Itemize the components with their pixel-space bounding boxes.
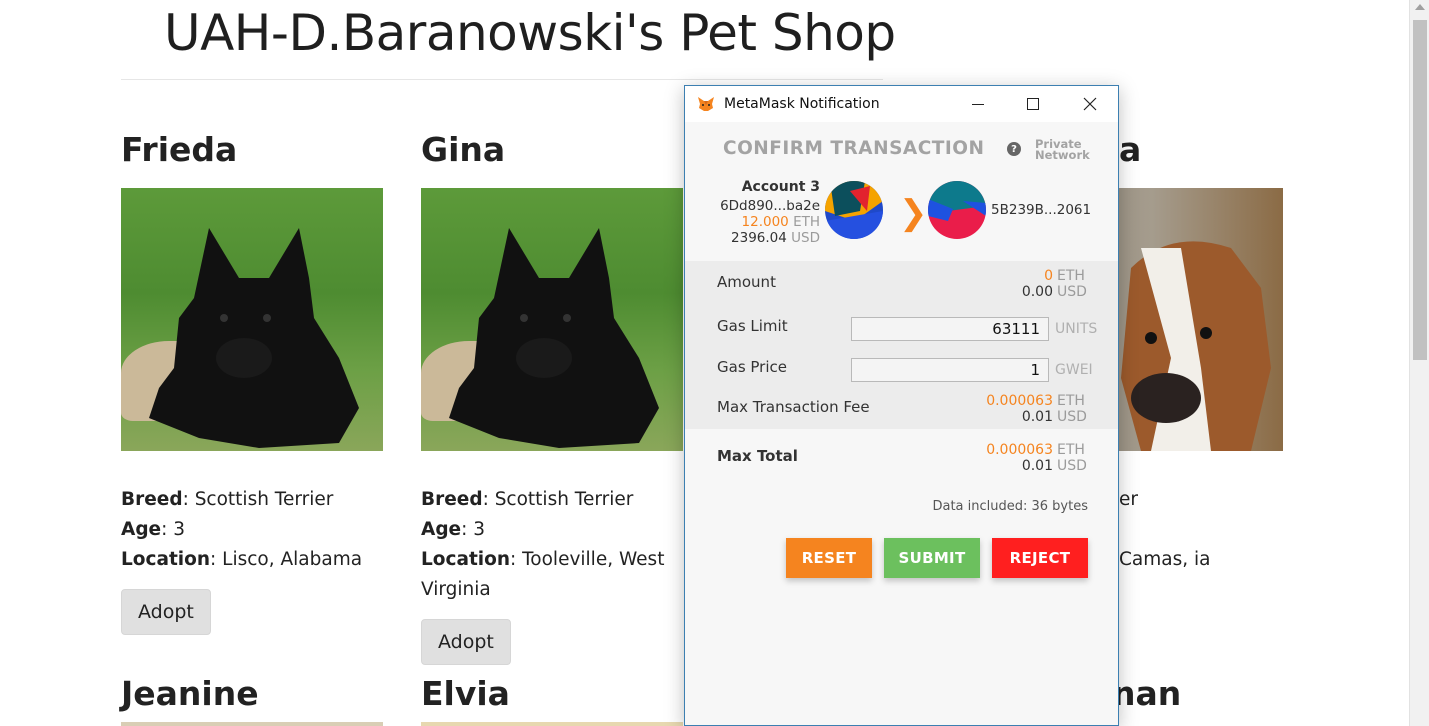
pet-age: 3 (173, 519, 186, 540)
window-titlebar[interactable]: MetaMask Notification (685, 86, 1118, 122)
from-identicon (825, 181, 883, 239)
gas-price-unit: GWEI (1055, 362, 1093, 378)
adopt-button[interactable]: Adopt (121, 589, 211, 635)
adopt-button[interactable]: Adopt (421, 619, 511, 665)
accounts-section: Account 3 6Dd890...ba2e 12.000 ETH 2396.… (685, 166, 1118, 261)
help-icon[interactable]: ? (1007, 142, 1021, 156)
usd-unit: USD (1057, 409, 1087, 425)
minimize-icon (972, 103, 984, 105)
pet-name: Gina (421, 130, 506, 169)
metamask-fox-icon (698, 97, 714, 111)
close-icon (1083, 97, 1097, 111)
eth-unit: ETH (1057, 268, 1085, 284)
pet-name-elvia: Elvia (421, 674, 510, 713)
minimize-button[interactable] (955, 86, 1001, 122)
pet-info: Breed: Scottish Terrier Age: 3 Location:… (421, 489, 665, 600)
pet-card-gina: Gina Breed: Scottish Terrier Age: 3 Loca… (421, 130, 683, 665)
to-address: 5B239B...2061 (991, 202, 1092, 218)
network-label: Private Network (1035, 138, 1090, 162)
max-fee-value: 0.000063 ETH 0.01 USD (986, 393, 1087, 425)
reject-button[interactable]: REJECT (992, 538, 1088, 578)
usd-unit: USD (791, 230, 820, 246)
to-identicon (928, 181, 986, 239)
max-fee-label: Max Transaction Fee (717, 398, 870, 416)
chevron-right-icon: ❯ (899, 193, 928, 233)
from-balance-eth: 12.000 ETH (742, 214, 820, 230)
pet-breed: Scottish Terrier (194, 489, 334, 510)
pet-location: Camas, ia (1119, 549, 1211, 570)
max-total-value: 0.000063 ETH 0.01 USD (986, 442, 1087, 474)
amount-usd: 0.00 (1021, 284, 1053, 300)
pet-breed: er (1119, 489, 1138, 510)
transaction-details: Amount 0ETH 0.00USD Gas Limit UNITS Gas … (685, 261, 1118, 429)
max-total-eth: 0.000063 (986, 442, 1053, 458)
from-account-name: Account 3 (741, 179, 820, 195)
page-scrollbar[interactable] (1409, 0, 1429, 726)
gas-limit-input[interactable] (851, 317, 1049, 341)
confirm-header: CONFIRM TRANSACTION ? Private Network (685, 122, 1118, 166)
confirm-title: CONFIRM TRANSACTION (723, 138, 985, 159)
pet-photo (121, 188, 383, 451)
from-address: 6Dd890...ba2e (720, 198, 820, 214)
breed-label: Breed (421, 489, 483, 510)
submit-button[interactable]: SUBMIT (884, 538, 980, 578)
gas-price-input[interactable] (851, 358, 1049, 382)
pet-age: 3 (473, 519, 486, 540)
scroll-up-icon[interactable] (1415, 4, 1425, 10)
metamask-window: MetaMask Notification CONFIRM TRANSACTIO… (684, 85, 1119, 726)
balance-usd-value: 2396.04 (731, 230, 787, 246)
amount-eth: 0 (1044, 268, 1053, 284)
pet-photo-strip (421, 722, 683, 726)
location-label: Location (121, 549, 211, 570)
eth-unit: ETH (793, 214, 820, 230)
pet-photo (421, 188, 683, 451)
data-included-note: Data included: 36 bytes (932, 499, 1088, 514)
gas-price-label: Gas Price (717, 358, 787, 376)
pet-breed: Scottish Terrier (494, 489, 634, 510)
pet-name-partial: nan (1112, 674, 1182, 713)
maximize-button[interactable] (1010, 86, 1056, 122)
window-title: MetaMask Notification (724, 96, 880, 112)
usd-unit: USD (1057, 284, 1087, 300)
breed-label: Breed (121, 489, 183, 510)
max-total-usd: 0.01 (1021, 458, 1053, 474)
usd-unit: USD (1057, 458, 1087, 474)
reset-button[interactable]: RESET (786, 538, 872, 578)
gas-limit-label: Gas Limit (717, 317, 788, 335)
page-title: UAH-D.Baranowski's Pet Shop (164, 4, 896, 62)
max-fee-usd: 0.01 (1021, 409, 1053, 425)
pet-name-jeanine: Jeanine (121, 674, 259, 713)
pet-location: Lisco, Alabama (222, 549, 363, 570)
maximize-icon (1027, 98, 1039, 110)
location-label: Location (421, 549, 511, 570)
scroll-thumb[interactable] (1413, 20, 1427, 360)
pet-card-frieda: Frieda Breed: Scottish Terrier Age: 3 Lo… (121, 130, 383, 635)
pet-age (1119, 515, 1283, 545)
age-label: Age (421, 519, 462, 540)
amount-label: Amount (717, 273, 776, 291)
eth-unit: ETH (1057, 442, 1085, 458)
network-label-line2: Network (1035, 148, 1090, 162)
close-button[interactable] (1067, 86, 1113, 122)
max-fee-eth: 0.000063 (986, 393, 1053, 409)
from-balance-usd: 2396.04 USD (731, 230, 820, 246)
pet-photo-strip (121, 722, 383, 726)
max-total-row: Max Total 0.000063 ETH 0.01 USD (685, 429, 1118, 486)
balance-eth-value: 12.000 (741, 214, 789, 230)
age-label: Age (121, 519, 162, 540)
gas-limit-unit: UNITS (1055, 321, 1098, 337)
pet-info: Breed: Scottish Terrier Age: 3 Location:… (121, 489, 363, 570)
amount-value: 0 ETH 0.00 USD (1022, 268, 1087, 300)
pet-name: Frieda (121, 130, 238, 169)
max-total-label: Max Total (717, 447, 798, 465)
title-divider (121, 79, 883, 80)
eth-unit: ETH (1057, 393, 1085, 409)
